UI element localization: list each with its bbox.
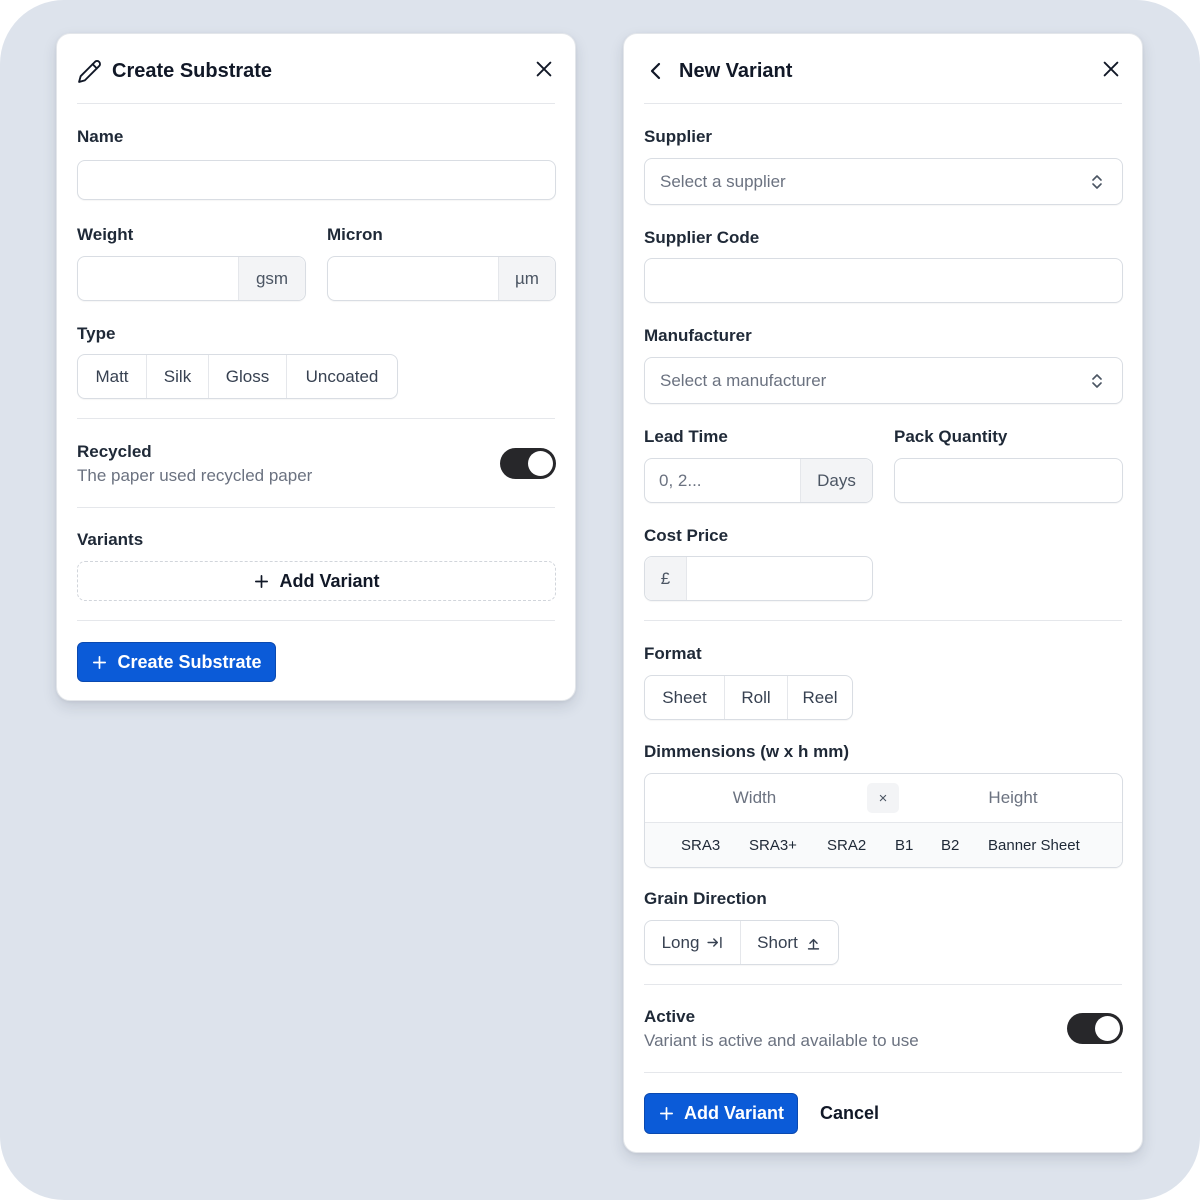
manufacturer-label: Manufacturer <box>644 326 752 345</box>
header-divider <box>644 103 1122 104</box>
lead-time-placeholder: 0, 2... <box>659 471 702 490</box>
variants-label: Variants <box>77 530 144 549</box>
preset-sra3[interactable]: SRA3 <box>681 837 720 854</box>
add-variant-submit-button[interactable]: Add Variant <box>644 1093 798 1134</box>
recycled-label: Recycled <box>77 442 152 461</box>
plus-icon <box>253 573 270 590</box>
weight-unit: gsm <box>238 257 305 300</box>
type-label: Type <box>77 324 116 343</box>
pencil-icon <box>77 59 102 84</box>
format-option-sheet[interactable]: Sheet <box>645 676 725 719</box>
weight-label: Weight <box>77 225 134 244</box>
dialog-title: Create Substrate <box>112 60 273 82</box>
arrow-up-to-line-icon <box>805 934 822 951</box>
preset-sra3-plus[interactable]: SRA3+ <box>749 837 797 854</box>
chevrons-up-down-icon <box>1089 372 1105 390</box>
type-option-uncoated[interactable]: Uncoated <box>287 355 397 398</box>
weight-input[interactable]: gsm <box>77 256 306 301</box>
grain-option-short[interactable]: Short <box>741 921 838 964</box>
type-segmented-control: Matt Silk Gloss Uncoated <box>77 354 398 399</box>
height-input[interactable]: Height <box>903 774 1122 822</box>
close-icon[interactable] <box>533 58 555 80</box>
pack-quantity-label: Pack Quantity <box>894 427 1008 446</box>
micron-unit: µm <box>498 257 555 300</box>
new-variant-dialog: New Variant Supplier Select a supplier S… <box>623 33 1143 1153</box>
type-option-matt[interactable]: Matt <box>78 355 147 398</box>
variants-divider <box>77 620 555 621</box>
cost-price-input[interactable]: £ <box>644 556 873 601</box>
grain-option-long[interactable]: Long <box>645 921 741 964</box>
add-variant-button[interactable]: Add Variant <box>77 561 556 601</box>
recycled-description: The paper used recycled paper <box>77 466 313 485</box>
format-label: Format <box>644 644 702 663</box>
type-option-silk[interactable]: Silk <box>147 355 209 398</box>
supplier-select-value: Select a supplier <box>660 172 786 191</box>
supplier-code-label: Supplier Code <box>644 228 760 247</box>
active-label: Active <box>644 1007 696 1026</box>
name-label: Name <box>77 127 124 146</box>
dimensions-separator: × <box>867 783 899 813</box>
supplier-label: Supplier <box>644 127 713 146</box>
dimensions-label: Dimmensions (w x h mm) <box>644 742 849 761</box>
preset-b1[interactable]: B1 <box>895 837 913 854</box>
cost-price-label: Cost Price <box>644 526 729 545</box>
grain-option-long-label: Long <box>661 932 700 952</box>
toggle-knob <box>1095 1016 1120 1041</box>
active-description: Variant is active and available to use <box>644 1031 919 1050</box>
arrow-right-to-line-icon <box>706 934 723 951</box>
add-variant-submit-label: Add Variant <box>683 1103 785 1123</box>
width-input[interactable]: Width <box>645 774 864 822</box>
supplier-code-input[interactable] <box>644 258 1123 303</box>
lead-time-label: Lead Time <box>644 427 728 446</box>
name-input[interactable] <box>77 160 556 200</box>
header-divider <box>77 103 555 104</box>
cancel-button[interactable]: Cancel <box>820 1103 879 1124</box>
grain-option-short-label: Short <box>757 932 798 952</box>
pricing-divider <box>644 620 1122 621</box>
dialog-title: New Variant <box>679 60 793 82</box>
plus-icon <box>91 654 108 671</box>
grain-direction-segmented-control: Long Short <box>644 920 839 965</box>
preset-sra2[interactable]: SRA2 <box>827 837 866 854</box>
currency-symbol: £ <box>645 557 687 600</box>
toggle-knob <box>528 451 553 476</box>
micron-input[interactable]: µm <box>327 256 556 301</box>
manufacturer-select[interactable]: Select a manufacturer <box>644 357 1123 404</box>
plus-icon <box>658 1105 675 1122</box>
dimensions-group: Width × Height SRA3 SRA3+ SRA2 B1 B2 Ban… <box>644 773 1123 868</box>
manufacturer-select-value: Select a manufacturer <box>660 371 827 390</box>
format-option-roll[interactable]: Roll <box>725 676 788 719</box>
create-substrate-button-label: Create Substrate <box>117 651 262 672</box>
dimension-presets: SRA3 SRA3+ SRA2 B1 B2 Banner Sheet <box>645 823 1122 867</box>
close-icon[interactable] <box>1100 58 1122 80</box>
pack-quantity-input[interactable] <box>894 458 1123 503</box>
type-divider <box>77 418 555 419</box>
active-toggle[interactable] <box>1067 1013 1123 1044</box>
create-substrate-dialog: Create Substrate Name Weight gsm Micron … <box>56 33 576 701</box>
format-segmented-control: Sheet Roll Reel <box>644 675 853 720</box>
type-option-gloss[interactable]: Gloss <box>209 355 287 398</box>
grain-direction-label: Grain Direction <box>644 889 767 908</box>
recycled-toggle[interactable] <box>500 448 556 479</box>
create-substrate-button[interactable]: Create Substrate <box>77 642 276 682</box>
lead-time-input[interactable]: 0, 2... Days <box>644 458 873 503</box>
add-variant-label: Add Variant <box>279 570 380 591</box>
grain-divider <box>644 984 1122 985</box>
chevrons-up-down-icon <box>1089 173 1105 191</box>
canvas-background: Create Substrate Name Weight gsm Micron … <box>0 0 1200 1200</box>
format-option-reel[interactable]: Reel <box>788 676 852 719</box>
lead-time-unit: Days <box>800 459 872 502</box>
preset-b2[interactable]: B2 <box>941 837 959 854</box>
chevron-left-icon[interactable] <box>644 59 668 83</box>
active-divider <box>644 1072 1122 1073</box>
recycled-divider <box>77 507 555 508</box>
micron-label: Micron <box>327 225 383 244</box>
preset-banner-sheet[interactable]: Banner Sheet <box>988 837 1080 854</box>
supplier-select[interactable]: Select a supplier <box>644 158 1123 205</box>
